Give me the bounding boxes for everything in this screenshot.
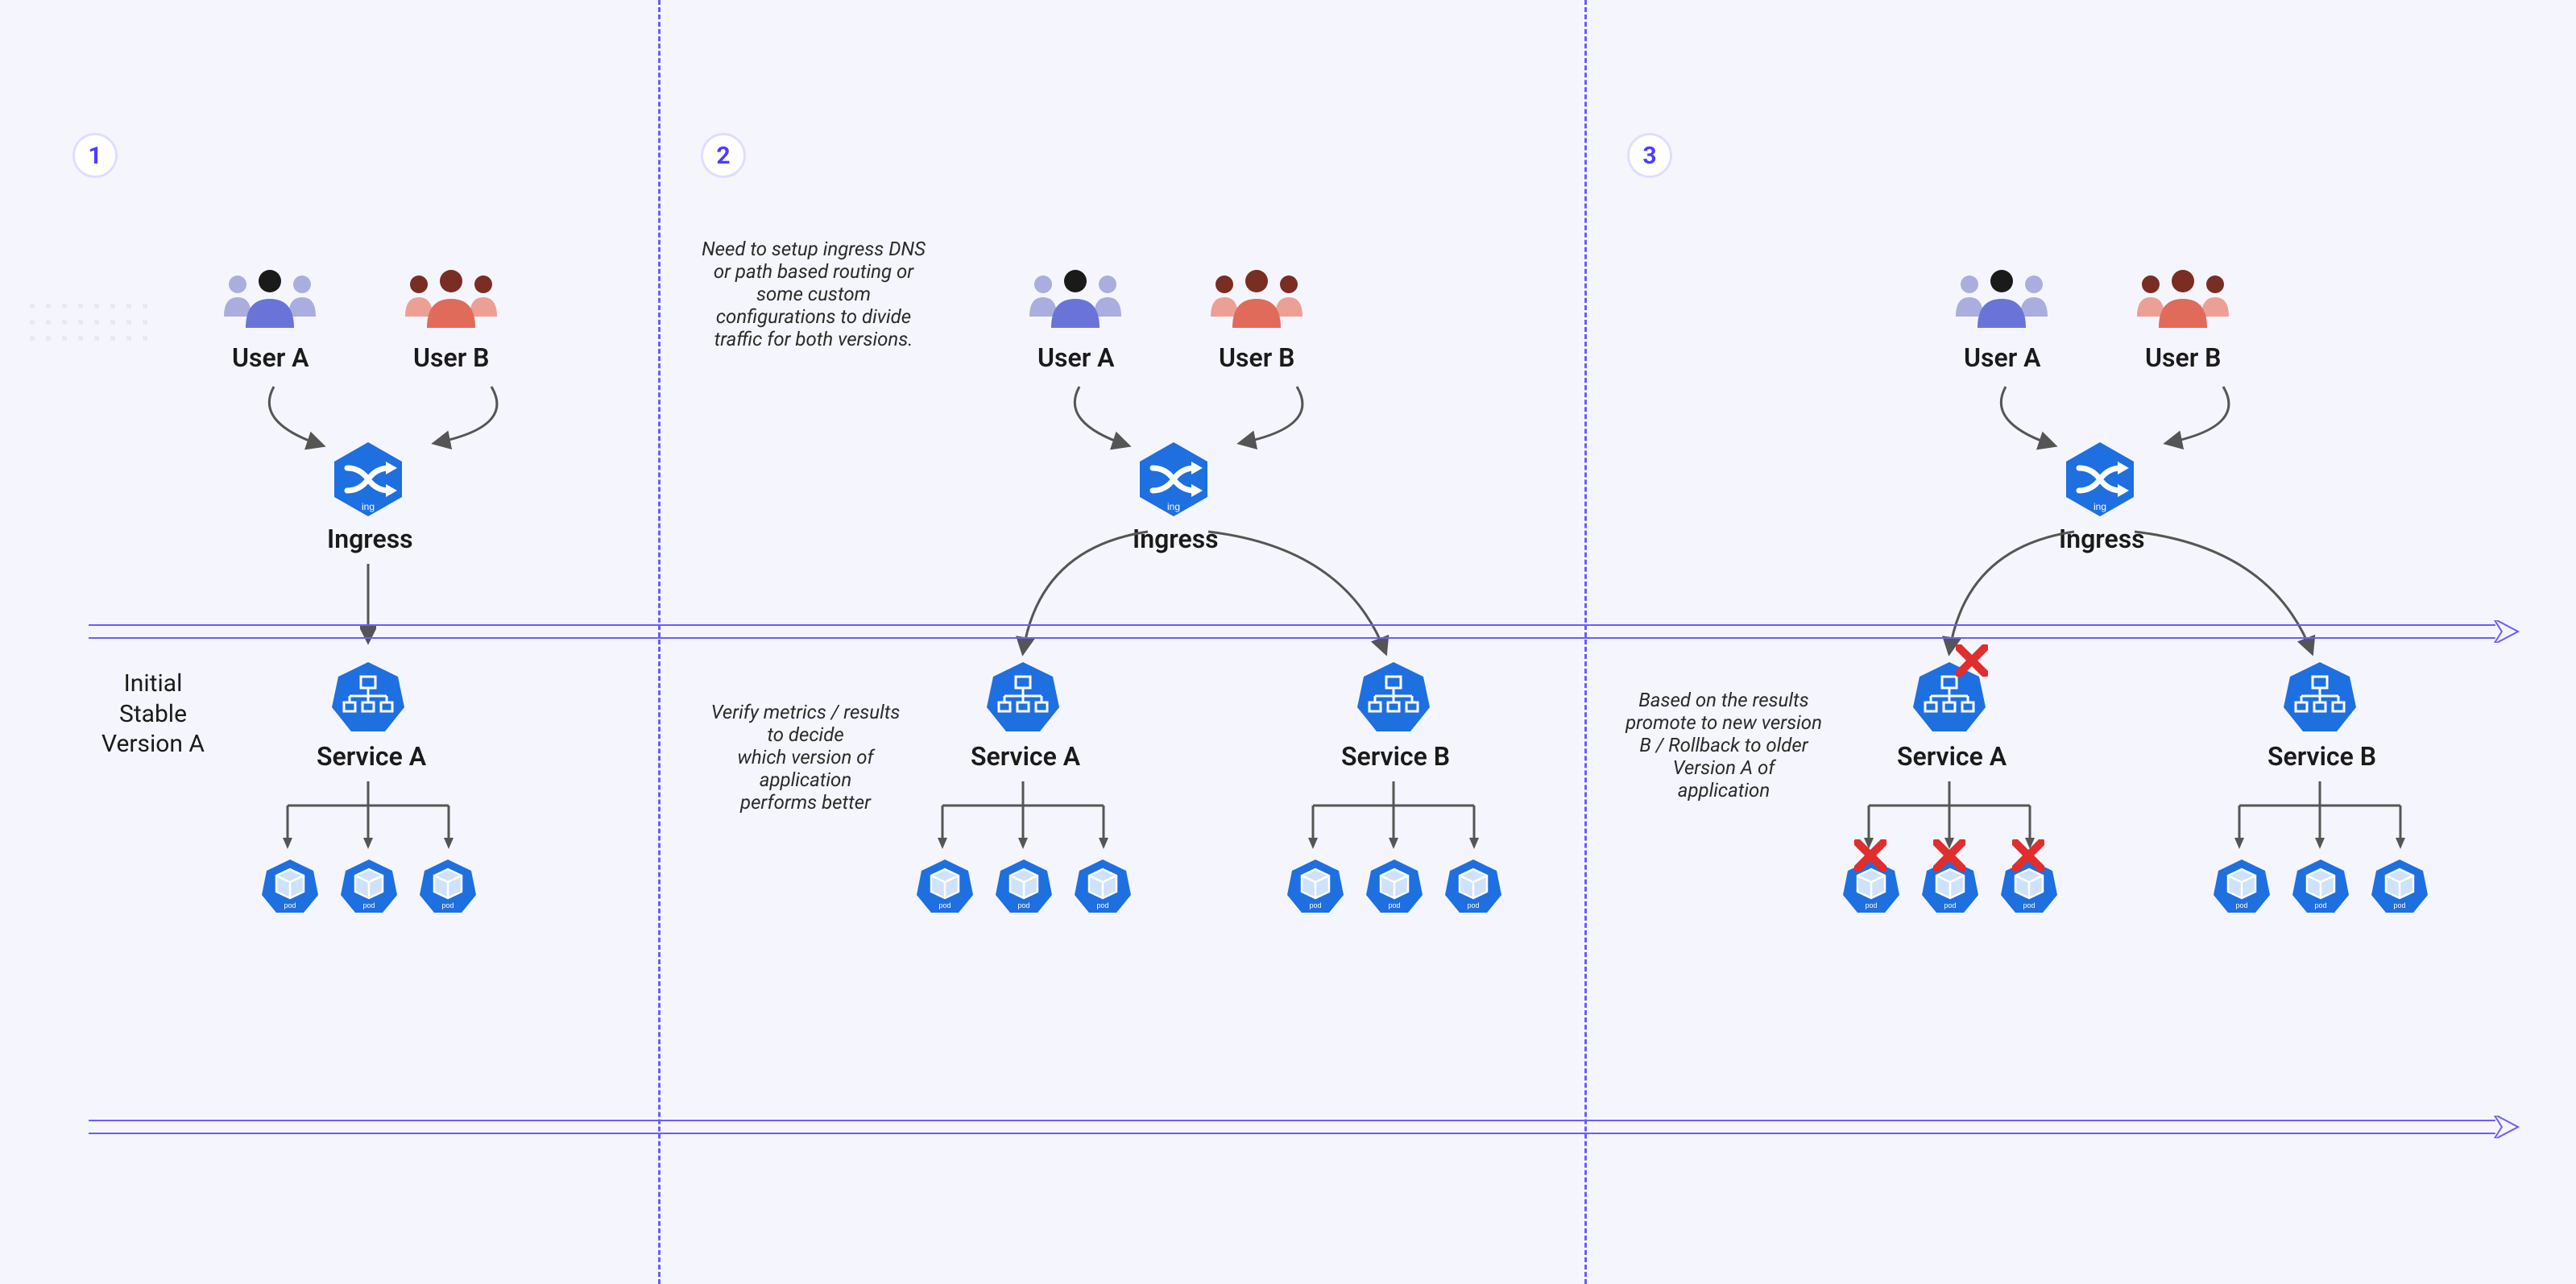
pod [2292,858,2349,914]
pod [1075,858,1131,914]
user-group-b [403,270,499,334]
fanout-svca [918,781,1128,854]
service-b-icon [2284,661,2356,733]
step-number: 3 [1642,142,1656,170]
arrow-userb-ingress [403,383,564,463]
pod [1287,858,1344,914]
user-b-label: User B [1219,342,1294,373]
user-group-a [1953,270,2050,334]
step-badge-2: 2 [701,133,746,178]
terminate-x-icon [1956,644,1988,677]
fanout-svcb [1289,781,1498,854]
service-a-icon [987,661,1059,733]
terminate-x-icon [2012,839,2044,872]
ingress-icon [2060,439,2140,520]
user-a-label: User A [1037,342,1115,373]
ingress-icon [1133,439,1214,520]
pod [996,858,1052,914]
fanout-svca [263,781,473,854]
step-badge-1: 1 [72,133,118,178]
arrow-ingress-svca [1917,524,2086,669]
stage2-top-note: Need to setup ingress DNS or path based … [689,238,938,350]
fanout-svcb [2215,781,2425,854]
timeline-arrow-top [89,620,2520,643]
pod [1445,858,1501,914]
user-b-label: User B [2145,342,2221,373]
pod [1366,858,1423,914]
user-group-b [1208,270,1305,334]
pod [262,858,318,914]
terminate-x-icon [1933,839,1965,872]
user-a-label: User A [1964,342,2041,373]
terminate-x-icon [1854,839,1886,872]
stage1-caption: Initial Stable Version A [72,669,234,760]
arrow-ingress-svcb [2127,524,2352,669]
service-a-label: Service A [971,741,1080,772]
pod [2214,858,2270,914]
timeline-arrow-bottom [89,1116,2520,1138]
user-group-a [222,270,318,334]
service-b-icon [1357,661,1430,733]
ingress-icon [328,439,408,520]
pod [341,858,397,914]
service-b-label: Service B [1341,741,1450,772]
pod [420,858,476,914]
pod [917,858,973,914]
arrow-userb-ingress [2135,383,2296,463]
step-number: 2 [716,142,730,170]
user-a-label: User A [232,342,309,373]
pod [2371,858,2428,914]
stage2-side-note: Verify metrics / results to decide which… [689,701,922,814]
service-a-label: Service A [317,741,426,772]
user-group-b [2135,270,2231,334]
step-number: 1 [88,142,101,170]
ingress-label: Ingress [327,524,413,554]
service-a-icon [332,661,404,733]
user-b-label: User B [413,342,489,373]
service-b-label: Service B [2267,741,2376,772]
stage3-side-note: Based on the results promote to new vers… [1607,689,1841,801]
arrow-ingress-svca [991,524,1160,669]
arrow-userb-ingress [1208,383,1369,463]
step-badge-3: 3 [1627,133,1672,178]
user-group-a [1027,270,1124,334]
arrow-ingress-svcb [1200,524,1426,669]
service-a-label: Service A [1897,741,2007,772]
